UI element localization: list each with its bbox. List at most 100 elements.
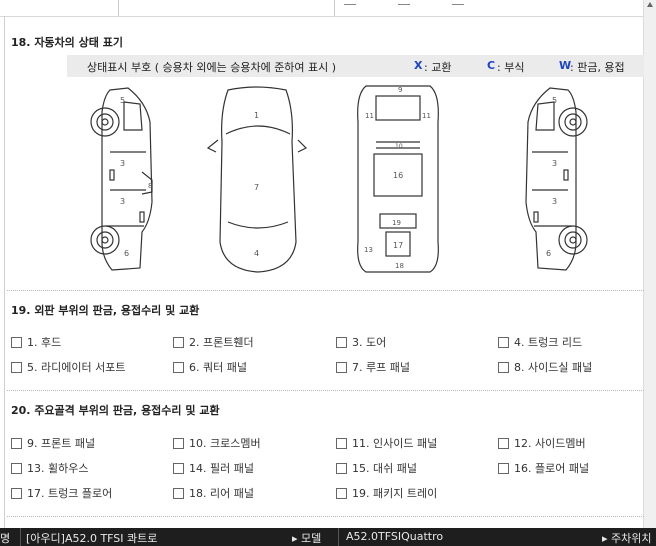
checkbox-label: 3. 도어 bbox=[352, 336, 387, 349]
checkbox-box[interactable] bbox=[336, 361, 347, 373]
checkbox-label: 6. 쿼터 패널 bbox=[189, 361, 247, 374]
car-right-side-view: 5 3 3 6 bbox=[525, 87, 588, 271]
section-19-title: 19. 외판 부위의 판금, 용접수리 및 교환 bbox=[11, 304, 200, 317]
checkbox-label: 13. 휠하우스 bbox=[27, 462, 89, 475]
checkbox-label: 15. 대쉬 패널 bbox=[352, 462, 417, 475]
checkbox-box[interactable] bbox=[336, 437, 347, 449]
checkbox-trunk-floor[interactable]: 17. 트렁크 플로어 bbox=[11, 485, 112, 501]
checkbox-inside-panel[interactable]: 11. 인사이드 패널 bbox=[336, 435, 437, 451]
checkbox-box[interactable] bbox=[498, 336, 509, 348]
section-20-title: 20. 주요골격 부위의 판금, 용접수리 및 교환 bbox=[11, 404, 220, 417]
checkbox-box[interactable] bbox=[498, 462, 509, 474]
strip-cell bbox=[118, 0, 335, 16]
legend-bar: 상태표시 부호 ( 승용차 외에는 승용차에 준하여 표시 ) X : 교환 C… bbox=[67, 55, 644, 77]
status-separator bbox=[338, 528, 339, 546]
legend-c-text: : 부식 bbox=[497, 61, 525, 74]
checkbox-label: 9. 프론트 패널 bbox=[27, 437, 96, 450]
checkbox-label: 2. 프론트휀더 bbox=[189, 336, 254, 349]
diagram-label: 3 bbox=[552, 197, 557, 206]
checkbox-label: 8. 사이드실 패널 bbox=[514, 361, 593, 374]
diagram-label: 16 bbox=[393, 171, 403, 180]
checkbox-box[interactable] bbox=[173, 437, 184, 449]
checkbox-door[interactable]: 3. 도어 bbox=[336, 334, 386, 350]
diagram-label: 11 bbox=[422, 112, 431, 120]
checkbox-label: 4. 트렁크 리드 bbox=[514, 336, 583, 349]
strip-dash bbox=[398, 4, 410, 5]
checkbox-box[interactable] bbox=[173, 462, 184, 474]
checkbox-box[interactable] bbox=[336, 336, 347, 348]
diagram-label: 19 bbox=[392, 219, 401, 227]
checkbox-label: 10. 크로스멤버 bbox=[189, 437, 261, 450]
checkbox-box[interactable] bbox=[336, 487, 347, 499]
car-frame-view: 9 11 11 10 16 19 17 18 13 bbox=[357, 85, 439, 273]
checkbox-dash-panel[interactable]: 15. 대쉬 패널 bbox=[336, 460, 417, 476]
legend-c-code: C bbox=[487, 59, 496, 72]
section-divider bbox=[7, 290, 644, 291]
diagram-label: 4 bbox=[254, 249, 259, 258]
checkbox-label: 5. 라디에이터 서포트 bbox=[27, 361, 126, 374]
checkbox-box[interactable] bbox=[11, 462, 22, 474]
checkbox-label: 17. 트렁크 플로어 bbox=[27, 487, 113, 500]
legend-x-text: : 교환 bbox=[424, 61, 452, 74]
diagram-label: 6 bbox=[124, 249, 129, 258]
scroll-up-arrow-icon[interactable] bbox=[647, 2, 653, 7]
checkbox-roof-panel[interactable]: 7. 루프 패널 bbox=[336, 359, 410, 375]
checkbox-label: 19. 패키지 트레이 bbox=[352, 487, 438, 500]
status-model-name: [아우디]A52.0 TFSI 콰트로 bbox=[26, 532, 158, 545]
strip-dash bbox=[344, 4, 356, 5]
status-parking-label: ▸ 주차위치 bbox=[602, 532, 652, 545]
strip-cell bbox=[0, 0, 119, 16]
checkbox-wheel-house[interactable]: 13. 휠하우스 bbox=[11, 460, 88, 476]
checkbox-box[interactable] bbox=[11, 361, 22, 373]
checkbox-label: 12. 사이드멤버 bbox=[514, 437, 586, 450]
diagram-label: 3 bbox=[120, 159, 125, 168]
section-18-title: 18. 자동차의 상태 표기 bbox=[11, 36, 123, 49]
diagram-label: 11 bbox=[365, 112, 374, 120]
car-condition-diagram: 5 3 3 8 6 1 7 4 9 11 11 10 16 19 17 18 1… bbox=[90, 85, 588, 273]
legend-label: 상태표시 부호 ( 승용차 외에는 승용차에 준하여 표시 ) bbox=[87, 61, 337, 74]
checkbox-hood[interactable]: 1. 후드 bbox=[11, 334, 61, 350]
checkbox-box[interactable] bbox=[173, 487, 184, 499]
checkbox-box[interactable] bbox=[11, 437, 22, 449]
checkbox-pillar-panel[interactable]: 14. 필러 패널 bbox=[173, 460, 254, 476]
checkbox-box[interactable] bbox=[336, 462, 347, 474]
checkbox-box[interactable] bbox=[173, 336, 184, 348]
diagram-label: 6 bbox=[546, 249, 551, 258]
section-divider bbox=[7, 516, 644, 517]
diagram-label: 5 bbox=[120, 96, 125, 105]
checkbox-label: 18. 리어 패널 bbox=[189, 487, 254, 500]
checkbox-side-member[interactable]: 12. 사이드멤버 bbox=[498, 435, 586, 451]
diagram-label: 17 bbox=[393, 241, 403, 250]
checkbox-quarter-panel[interactable]: 6. 쿼터 패널 bbox=[173, 359, 247, 375]
checkbox-box[interactable] bbox=[173, 361, 184, 373]
checkbox-trunk-lid[interactable]: 4. 트렁크 리드 bbox=[498, 334, 582, 350]
diagram-label: 18 bbox=[395, 262, 404, 270]
checkbox-rear-panel[interactable]: 18. 리어 패널 bbox=[173, 485, 254, 501]
checkbox-floor-panel[interactable]: 16. 플로어 패널 bbox=[498, 460, 589, 476]
checkbox-box[interactable] bbox=[498, 437, 509, 449]
section-divider bbox=[7, 390, 644, 391]
checkbox-side-sill-panel[interactable]: 8. 사이드실 패널 bbox=[498, 359, 592, 375]
previous-table-strip bbox=[0, 0, 644, 17]
checkbox-radiator-support[interactable]: 5. 라디에이터 서포트 bbox=[11, 359, 125, 375]
strip-dash bbox=[452, 4, 464, 5]
checkbox-front-panel[interactable]: 9. 프론트 패널 bbox=[11, 435, 95, 451]
status-model-label: ▸ 모델 bbox=[292, 532, 322, 545]
checkbox-cross-member[interactable]: 10. 크로스멤버 bbox=[173, 435, 261, 451]
checkbox-label: 14. 필러 패널 bbox=[189, 462, 254, 475]
vehicle-status-bar: 명 [아우디]A52.0 TFSI 콰트로 ▸ 모델 A52.0TFSIQuat… bbox=[0, 528, 656, 546]
checkbox-box[interactable] bbox=[11, 336, 22, 348]
checkbox-box[interactable] bbox=[498, 361, 509, 373]
diagram-label: 3 bbox=[552, 159, 557, 168]
diagram-label: 10 bbox=[395, 143, 403, 150]
diagram-label: 3 bbox=[120, 197, 125, 206]
car-top-view: 1 7 4 bbox=[206, 86, 308, 273]
status-cut-label: 명 bbox=[0, 532, 11, 545]
checkbox-front-fender[interactable]: 2. 프론트휀더 bbox=[173, 334, 254, 350]
status-separator bbox=[20, 528, 21, 546]
checkbox-package-tray[interactable]: 19. 패키지 트레이 bbox=[336, 485, 437, 501]
checkbox-box[interactable] bbox=[11, 487, 22, 499]
checkbox-label: 7. 루프 패널 bbox=[352, 361, 410, 374]
diagram-label: 8 bbox=[148, 182, 152, 190]
diagram-label: 5 bbox=[552, 96, 557, 105]
